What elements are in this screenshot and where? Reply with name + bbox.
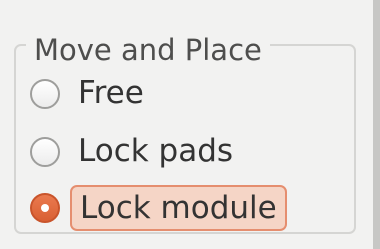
settings-panel: Move and Place Free Lock pads Lock modul…	[0, 0, 380, 249]
radio-button-lock-module[interactable]	[30, 193, 60, 223]
radio-button-lock-pads[interactable]	[30, 137, 60, 167]
radio-option-lock-module[interactable]: Lock module	[30, 183, 330, 235]
radio-option-free[interactable]: Free	[30, 69, 330, 121]
window-edge	[373, 0, 380, 249]
radio-label-free[interactable]: Free	[78, 74, 144, 112]
radio-label-lock-pads[interactable]: Lock pads	[78, 132, 233, 170]
radio-selected-dot	[41, 204, 49, 212]
group-title: Move and Place	[26, 34, 270, 66]
radio-label-lock-module[interactable]: Lock module	[70, 185, 287, 231]
radio-option-lock-pads[interactable]: Lock pads	[30, 127, 330, 179]
radio-button-free[interactable]	[30, 79, 60, 109]
